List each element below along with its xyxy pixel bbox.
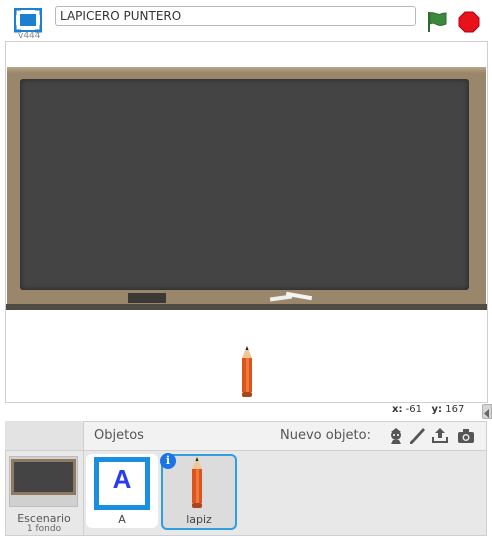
project-title-input[interactable]: LAPICERO PUNTERO xyxy=(55,6,416,26)
info-icon[interactable]: i xyxy=(160,453,176,469)
sprite-name: lapiz xyxy=(186,513,212,526)
new-object-label: Nuevo objeto: xyxy=(280,428,371,443)
collapse-stage-button[interactable] xyxy=(482,404,492,419)
triangle-left-icon xyxy=(484,409,489,418)
green-flag-button[interactable] xyxy=(426,10,448,34)
stop-button[interactable] xyxy=(458,11,480,33)
chalkboard-ledge xyxy=(6,304,487,310)
library-sprite-icon[interactable] xyxy=(386,426,406,446)
version-label: v444 xyxy=(18,31,41,41)
stage-panel-header xyxy=(5,421,83,451)
sprites-title: Objetos xyxy=(94,428,144,443)
eraser-image xyxy=(128,293,166,303)
chalkboard-frame-top xyxy=(7,67,486,73)
camera-icon[interactable] xyxy=(456,426,476,446)
mouse-coordinates: x: -61 y: 167 xyxy=(392,404,464,415)
sprite-thumbnail-pencil xyxy=(192,457,202,508)
green-flag-icon xyxy=(428,12,447,32)
backdrop-count: 1 fondo xyxy=(26,524,62,534)
stage-thumbnail-board xyxy=(14,462,73,492)
pencil-sprite[interactable] xyxy=(240,346,254,398)
chalk-image xyxy=(269,291,313,302)
sprite-name: A xyxy=(118,513,126,526)
stop-icon xyxy=(458,11,480,33)
chalkboard-surface xyxy=(20,79,469,290)
paint-brush-icon[interactable] xyxy=(407,426,427,446)
y-label: y: xyxy=(431,404,443,415)
sprite-thumbnail-letter: A xyxy=(112,464,132,494)
x-value: -61 xyxy=(405,404,422,415)
y-value: 167 xyxy=(445,404,465,415)
x-label: x: xyxy=(392,404,403,415)
stage[interactable] xyxy=(5,41,488,403)
upload-icon[interactable] xyxy=(430,426,450,446)
